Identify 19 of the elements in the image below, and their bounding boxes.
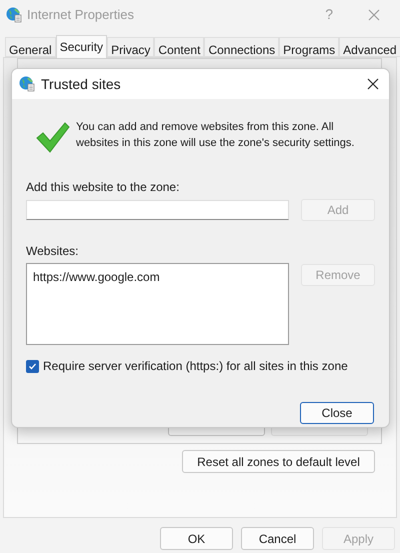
zone-description: You can add and remove websites from this zone. All websites in this zone will use the zone's security settings. <box>76 120 356 151</box>
website-list-item[interactable]: https://www.google.com <box>33 268 160 286</box>
tab[interactable]: Content <box>154 37 204 57</box>
tab[interactable]: Connections <box>204 37 280 57</box>
dialog-title: Trusted sites <box>41 74 121 94</box>
dialog-button[interactable]: OK <box>160 527 233 550</box>
close-button[interactable]: Close <box>300 402 374 424</box>
checkbox-label: Require server verification (https:) for all sites in this zone <box>43 358 348 375</box>
reset-zones-button[interactable]: Reset all zones to default level <box>182 450 375 473</box>
tab[interactable]: Programs <box>279 37 340 57</box>
websites-label: Websites: <box>26 243 80 260</box>
websites-list[interactable]: https://www.google.com <box>26 263 289 345</box>
window-title: Internet Properties <box>27 6 134 24</box>
add-website-label: Add this website to the zone: <box>26 179 180 196</box>
dialog-button[interactable]: Cancel <box>241 527 314 550</box>
tab[interactable]: General <box>5 37 56 57</box>
tab[interactable]: Advanced <box>339 37 400 57</box>
tab[interactable]: Privacy <box>107 37 154 57</box>
tab[interactable]: Security <box>56 35 108 58</box>
